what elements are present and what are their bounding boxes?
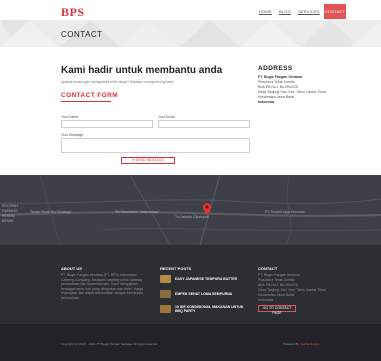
- name-input[interactable]: [61, 120, 153, 128]
- name-label: Your Name: [61, 115, 79, 119]
- send-message-button[interactable]: ✉ SEND MESSAGE: [121, 157, 175, 164]
- footer-contact-line: Kecamatan Jawa Barat: [258, 293, 295, 297]
- map-label: Tol Rancaekek-Tasikmalaya: [115, 210, 159, 214]
- go-to-contact-button[interactable]: GO TO CONTACT PAGE: [258, 305, 296, 315]
- footer-posts-title: RECENT POSTS: [160, 266, 192, 271]
- footer-contact-title: CONTACT: [258, 266, 278, 271]
- post-thumbnail[interactable]: [160, 305, 171, 313]
- address-title: ADDRESS: [258, 65, 293, 72]
- map-label: GUNUNG: [2, 209, 18, 213]
- main-heading: Kami hadir untuk membantu anda: [61, 65, 223, 76]
- footer-bottom-bar: [0, 324, 381, 361]
- address-line: Pluschina Tebal Jombla: [258, 80, 295, 84]
- map-label: BEDAK: [2, 219, 14, 223]
- footer-about-title: ABOUT US: [61, 266, 82, 271]
- address-line: Kecamatan Jawa Barat: [258, 95, 295, 99]
- powered-by-text: Powered By Kaisha Design: [283, 342, 319, 346]
- form-title-underline: [61, 101, 111, 102]
- map-label: Taman Buah-Ibu Keluarga: [30, 210, 71, 214]
- powered-by-link[interactable]: Kaisha Design: [300, 342, 319, 346]
- map-pin-icon[interactable]: [203, 203, 211, 215]
- address-company: PT. Bugis Pangan Sentosa: [258, 75, 302, 79]
- band-pattern: [0, 20, 381, 47]
- recent-post-link[interactable]: 10 IDE KONDISIONAL MAKANAN UNTUK BBQ PAR…: [175, 305, 250, 313]
- copyright-text: Copyright (c) 2016 - 2019, PT Bugis Pang…: [61, 342, 159, 346]
- map-label: PELEPAH: [2, 204, 18, 208]
- post-thumbnail[interactable]: [160, 275, 171, 283]
- page-title-band: [0, 20, 381, 47]
- address-country: Indonesia: [258, 100, 275, 104]
- site-logo[interactable]: BPS: [61, 5, 85, 20]
- nav-blog[interactable]: BLOG: [279, 9, 291, 14]
- main-subtitle: Apakah anda ingin mengetahui lebih lanju…: [61, 80, 174, 84]
- page-title: CONTACT: [61, 30, 103, 39]
- message-label: Your Message: [61, 133, 84, 137]
- map-label: Tol Jakarta-Cikampek: [175, 215, 209, 219]
- nav-contact[interactable]: CONTACT: [324, 4, 346, 19]
- footer-contact-line: Pluschina Tebal Jombla: [258, 278, 295, 282]
- footer-contact-line: Indonesia: [258, 298, 274, 302]
- footer-contact-line: PT. Bugis Pangan Sentosa: [258, 273, 300, 277]
- map-label: PT Trisakti Jaya Kencana: [265, 210, 305, 214]
- nav-services[interactable]: SERVICES: [298, 9, 320, 14]
- nav-home[interactable]: HOME: [259, 9, 272, 14]
- location-map[interactable]: PELEPAH GUNUNG PERUM BEDAK Taman Buah-Ib…: [0, 175, 381, 245]
- address-line: Desa Tanjung Sari, Kec. Talun Jumba Timu…: [258, 90, 327, 94]
- contact-form-title: CONTACT FORM: [61, 92, 119, 99]
- powered-by-prefix: Powered By: [283, 342, 300, 346]
- recent-post-link[interactable]: EMPEK SEHAT LOMA SEMPURNA: [175, 292, 250, 296]
- map-label: PERUM: [2, 214, 15, 218]
- message-textarea[interactable]: [61, 138, 250, 153]
- post-thumbnail[interactable]: [160, 290, 171, 298]
- footer-contact-line: Blok PB No.1 Bu.2Kk/025: [258, 283, 298, 287]
- email-label: Your Email: [158, 115, 175, 119]
- footer-about-text: PT. Bugis Pangan Sentosa (PT. BPS) Indon…: [61, 273, 144, 300]
- address-line: Blok PB No.1 Bu.2Kk/025: [258, 85, 298, 89]
- recent-post-link[interactable]: EASY JAPANESE TEMPURA BATTER: [175, 277, 250, 281]
- top-navbar: BPS HOME BLOG SERVICES CONTACT: [0, 0, 381, 20]
- footer-contact-line: Desa Tanjung Sari, Kec. Talun Jumba Timu…: [258, 288, 326, 292]
- email-input[interactable]: [158, 120, 250, 128]
